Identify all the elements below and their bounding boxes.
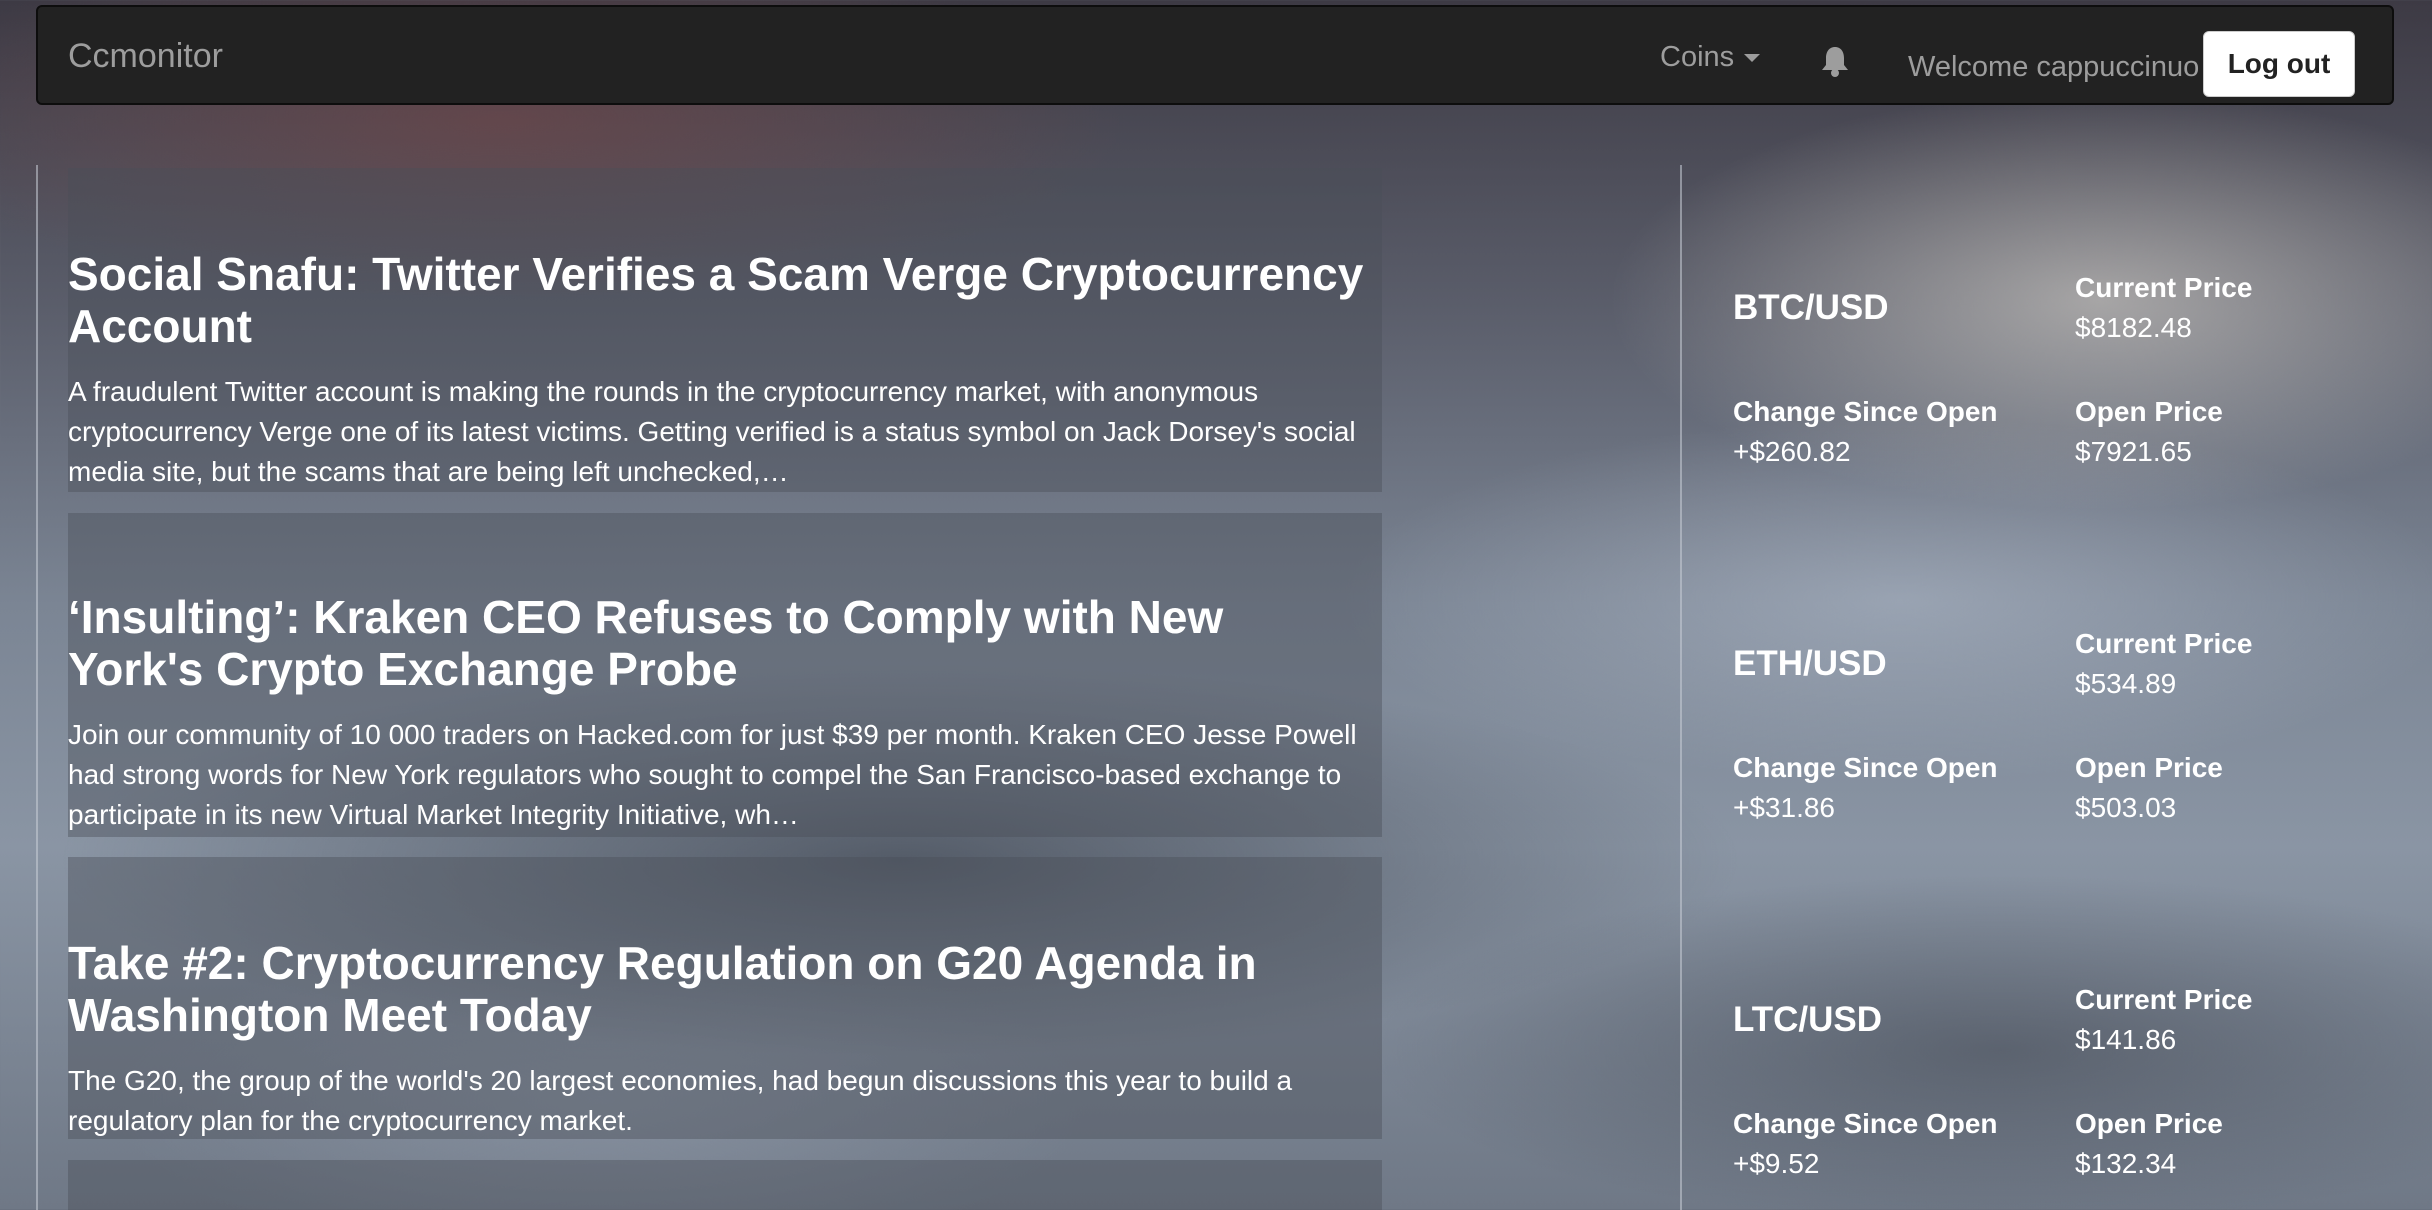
open-price-value: $503.03 xyxy=(2075,792,2177,823)
change-since-open-label: Change Since Open xyxy=(1733,752,1998,783)
current-price-value: $534.89 xyxy=(2075,668,2177,699)
logout-button[interactable]: Log out xyxy=(2203,31,2355,97)
news-summary: Join our community of 10 000 traders on … xyxy=(68,719,1357,830)
news-title[interactable]: Social Snafu: Twitter Verifies a Scam Ve… xyxy=(68,248,1368,352)
ticker-panel: ETH/USD Current Price $534.89 Change Sin… xyxy=(1733,626,2373,826)
change-since-open-value: +$260.82 xyxy=(1733,436,1851,467)
top-navbar: Ccmonitor Coins Welcome cappuccinuo Log … xyxy=(36,5,2394,105)
caret-down-icon xyxy=(1744,53,1761,62)
coins-dropdown[interactable]: Coins xyxy=(1660,41,1761,74)
current-price-value: $8182.48 xyxy=(2075,312,2192,343)
news-card[interactable]: Take #2: Cryptocurrency Regulation on G2… xyxy=(68,857,1382,1139)
news-card[interactable]: ‘Insulting’: Kraken CEO Refuses to Compl… xyxy=(68,513,1382,837)
current-price-label: Current Price xyxy=(2075,984,2253,1015)
column-divider xyxy=(1680,165,1682,1210)
ticker-panel: LTC/USD Current Price $141.86 Change Sin… xyxy=(1733,982,2373,1182)
current-price-label: Current Price xyxy=(2075,628,2253,659)
left-divider xyxy=(36,165,38,1210)
news-title[interactable]: Take #2: Cryptocurrency Regulation on G2… xyxy=(68,937,1368,1041)
open-price-value: $7921.65 xyxy=(2075,436,2192,467)
current-price-value: $141.86 xyxy=(2075,1024,2177,1055)
news-summary: The G20, the group of the world's 20 lar… xyxy=(68,1065,1293,1136)
coins-dropdown-label: Coins xyxy=(1660,41,1735,73)
change-since-open-value: +$9.52 xyxy=(1733,1148,1820,1179)
current-price-label: Current Price xyxy=(2075,272,2253,303)
ticker-panel: BTC/USD Current Price $8182.48 Change Si… xyxy=(1733,270,2373,470)
open-price-label: Open Price xyxy=(2075,1108,2223,1139)
ticker-pair: LTC/USD xyxy=(1733,1000,1883,1039)
bell-icon[interactable] xyxy=(1820,45,1850,77)
change-since-open-label: Change Since Open xyxy=(1733,396,1998,427)
news-card[interactable]: Social Snafu: Twitter Verifies a Scam Ve… xyxy=(68,168,1382,492)
change-since-open-value: +$31.86 xyxy=(1733,792,1835,823)
open-price-label: Open Price xyxy=(2075,752,2223,783)
open-price-label: Open Price xyxy=(2075,396,2223,427)
brand-link[interactable]: Ccmonitor xyxy=(68,37,223,76)
news-title[interactable]: ‘Insulting’: Kraken CEO Refuses to Compl… xyxy=(68,591,1368,695)
change-since-open-label: Change Since Open xyxy=(1733,1108,1998,1139)
ticker-pair: ETH/USD xyxy=(1733,644,1887,683)
news-summary: A fraudulent Twitter account is making t… xyxy=(68,376,1356,487)
welcome-text: Welcome cappuccinuo xyxy=(1908,51,2200,83)
ticker-pair: BTC/USD xyxy=(1733,288,1889,327)
open-price-value: $132.34 xyxy=(2075,1148,2177,1179)
news-card[interactable] xyxy=(68,1160,1382,1210)
